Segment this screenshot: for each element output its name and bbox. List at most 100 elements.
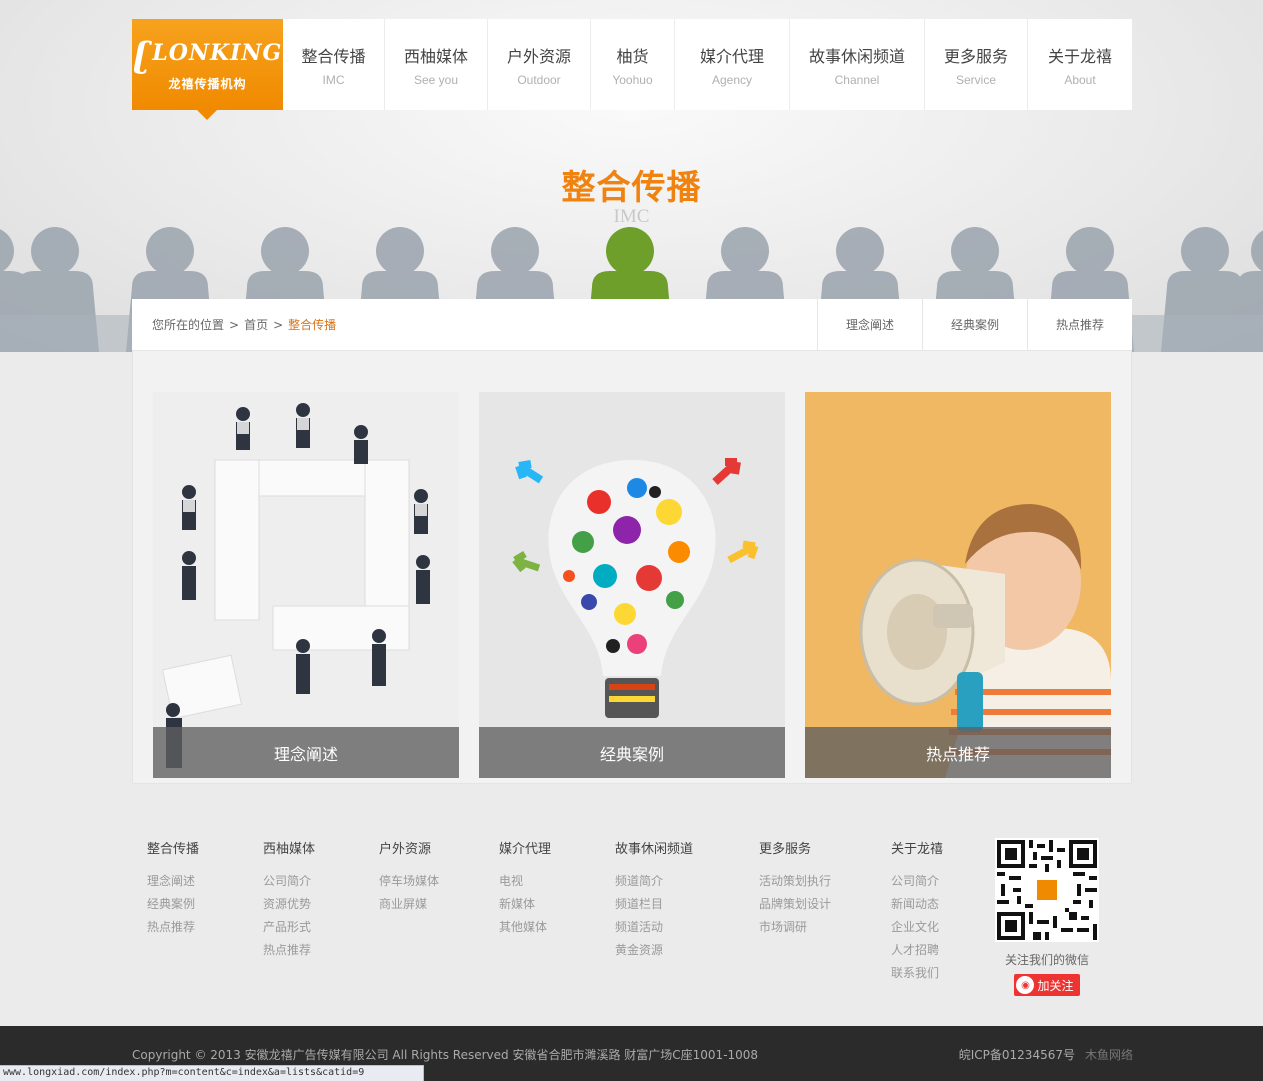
- sub-tab-hot[interactable]: 热点推荐: [1027, 298, 1132, 351]
- footer-column-imc: 整合传播 理念阐述 经典案例 热点推荐: [147, 838, 199, 939]
- footer-link[interactable]: 活动策划执行: [759, 870, 831, 893]
- megaphone-boy-image: [805, 392, 1111, 778]
- copyright-text: Copyright © 2013 安徽龙禧广告传媒有限公司 All Rights…: [132, 1048, 759, 1062]
- nav-item-see-you[interactable]: 西柚媒体 See you: [385, 19, 488, 110]
- sub-tab-concept[interactable]: 理念阐述: [817, 298, 922, 351]
- footer-column-outdoor: 户外资源 停车场媒体 商业屏媒: [379, 838, 439, 916]
- weibo-follow-label: 加关注: [1037, 978, 1074, 993]
- site-header: ʗLONKING 龙禧传播机构 整合传播 IMC 西柚媒体 See you 户外…: [132, 19, 1132, 120]
- icp-number[interactable]: 皖ICP备01234567号: [959, 1048, 1075, 1062]
- qr-code-icon: [997, 840, 1097, 940]
- footer-link[interactable]: 品牌策划设计: [759, 893, 831, 916]
- nav-item-outdoor[interactable]: 户外资源 Outdoor: [488, 19, 591, 110]
- footer-link[interactable]: 电视: [499, 870, 551, 893]
- breadcrumb-home-link[interactable]: 首页: [244, 318, 268, 332]
- logo-name: 龙禧传播机构: [168, 76, 247, 91]
- nav-label: 更多服务: [943, 46, 1008, 66]
- nav-sublabel: Outdoor: [517, 72, 561, 87]
- footer-link[interactable]: 热点推荐: [147, 916, 199, 939]
- footer-column-see-you: 西柚媒体 公司简介 资源优势 产品形式 热点推荐: [263, 838, 315, 962]
- logo[interactable]: ʗLONKING 龙禧传播机构: [132, 19, 283, 120]
- content-panel: 理念阐述 经典案例 热点推荐: [132, 351, 1132, 784]
- nav-label: 关于龙禧: [1047, 46, 1112, 66]
- footer-link[interactable]: 频道简介: [615, 870, 693, 893]
- breadcrumb-separator: >: [273, 318, 284, 332]
- footer-link[interactable]: 资源优势: [263, 893, 315, 916]
- nav-sublabel: See you: [413, 72, 459, 87]
- nav-sublabel: Service: [955, 72, 996, 87]
- nav-item-yoohuo[interactable]: 柚货 Yoohuo: [591, 19, 675, 110]
- nav-label: 整合传播: [301, 46, 366, 66]
- puzzle-team-image: [153, 392, 459, 778]
- card-caption: 经典案例: [479, 727, 785, 778]
- qr-caption: 关注我们的微信: [1004, 953, 1089, 967]
- breadcrumb-prefix: 您所在的位置: [152, 318, 225, 332]
- nav-item-imc[interactable]: 整合传播 IMC: [283, 19, 385, 110]
- card-cases[interactable]: 经典案例: [479, 392, 785, 778]
- nav-sublabel: Yoohuo: [612, 72, 653, 87]
- card-concept[interactable]: 理念阐述: [153, 392, 459, 778]
- breadcrumb: 您所在的位置 > 首页 > 整合传播: [132, 316, 817, 333]
- page-title: 整合传播: [561, 168, 702, 208]
- footer-link[interactable]: 联系我们: [891, 962, 943, 985]
- icp-info: 皖ICP备01234567号 木鱼网络: [959, 1046, 1133, 1063]
- nav-item-service[interactable]: 更多服务 Service: [925, 19, 1028, 110]
- footer-link[interactable]: 人才招聘: [891, 939, 943, 962]
- weibo-icon: ◉: [1016, 976, 1035, 994]
- card-hot[interactable]: 热点推荐: [805, 392, 1111, 778]
- footer-column-title[interactable]: 整合传播: [147, 838, 199, 857]
- footer-link[interactable]: 新媒体: [499, 893, 551, 916]
- nav-label: 柚货: [616, 46, 649, 66]
- nav-item-agency[interactable]: 媒介代理 Agency: [675, 19, 790, 110]
- footer-link[interactable]: 热点推荐: [263, 939, 315, 962]
- wechat-qr-code: [995, 838, 1099, 942]
- footer-link[interactable]: 其他媒体: [499, 916, 551, 939]
- footer-links: 整合传播 理念阐述 经典案例 热点推荐 西柚媒体 公司简介 资源优势 产品形式 …: [0, 838, 1263, 1028]
- nav-item-channel[interactable]: 故事休闲频道 Channel: [790, 19, 925, 110]
- footer-link[interactable]: 企业文化: [891, 916, 943, 939]
- sub-tab-cases[interactable]: 经典案例: [922, 298, 1027, 351]
- footer-column-title[interactable]: 故事休闲频道: [615, 838, 693, 857]
- footer-link[interactable]: 黄金资源: [615, 939, 693, 962]
- footer-column-title[interactable]: 媒介代理: [499, 838, 551, 857]
- nav-sublabel: IMC: [322, 72, 345, 87]
- page-subtitle: IMC: [613, 206, 650, 227]
- footer-link[interactable]: 停车场媒体: [379, 870, 439, 893]
- nav-sublabel: Agency: [711, 72, 753, 87]
- footer-link[interactable]: 市场调研: [759, 916, 831, 939]
- wechat-qr-block: 关注我们的微信 ◉ 加关注: [995, 838, 1099, 996]
- lightbulb-image: [479, 392, 785, 778]
- breadcrumb-separator: >: [229, 318, 240, 332]
- browser-status-url: www.longxiad.com/index.php?m=content&c=i…: [0, 1065, 424, 1081]
- nav-label: 西柚媒体: [403, 46, 468, 66]
- footer-column-title[interactable]: 户外资源: [379, 838, 439, 857]
- footer-link[interactable]: 公司简介: [263, 870, 315, 893]
- footer-column-about: 关于龙禧 公司简介 新闻动态 企业文化 人才招聘 联系我们: [891, 838, 943, 985]
- site-maker-link[interactable]: 木鱼网络: [1085, 1048, 1133, 1062]
- nav-sublabel: About: [1064, 72, 1096, 87]
- weibo-follow-button[interactable]: ◉ 加关注: [1014, 974, 1080, 996]
- breadcrumb-bar: 您所在的位置 > 首页 > 整合传播 理念阐述 经典案例 热点推荐: [132, 298, 1132, 351]
- footer-link[interactable]: 新闻动态: [891, 893, 943, 916]
- nav-sublabel: Channel: [834, 72, 880, 87]
- footer-column-title[interactable]: 西柚媒体: [263, 838, 315, 857]
- footer-column-title[interactable]: 更多服务: [759, 838, 831, 857]
- footer-link[interactable]: 频道栏目: [615, 893, 693, 916]
- footer-column-agency: 媒介代理 电视 新媒体 其他媒体: [499, 838, 551, 939]
- footer-link[interactable]: 经典案例: [147, 893, 199, 916]
- footer-link[interactable]: 商业屏媒: [379, 893, 439, 916]
- main-nav: 整合传播 IMC 西柚媒体 See you 户外资源 Outdoor 柚货 Yo…: [283, 19, 1132, 110]
- footer-link[interactable]: 产品形式: [263, 916, 315, 939]
- card-caption: 热点推荐: [805, 727, 1111, 778]
- breadcrumb-current[interactable]: 整合传播: [288, 318, 336, 332]
- nav-item-about[interactable]: 关于龙禧 About: [1028, 19, 1132, 110]
- footer-link[interactable]: 频道活动: [615, 916, 693, 939]
- nav-label: 故事休闲频道: [808, 46, 905, 66]
- footer-link[interactable]: 理念阐述: [147, 870, 199, 893]
- nav-label: 户外资源: [506, 46, 571, 66]
- footer-column-title[interactable]: 关于龙禧: [891, 838, 943, 857]
- footer-column-channel: 故事休闲频道 频道简介 频道栏目 频道活动 黄金资源: [615, 838, 693, 962]
- logo-mark: ʗLONKING: [132, 34, 283, 75]
- footer-link[interactable]: 公司简介: [891, 870, 943, 893]
- footer-column-service: 更多服务 活动策划执行 品牌策划设计 市场调研: [759, 838, 831, 939]
